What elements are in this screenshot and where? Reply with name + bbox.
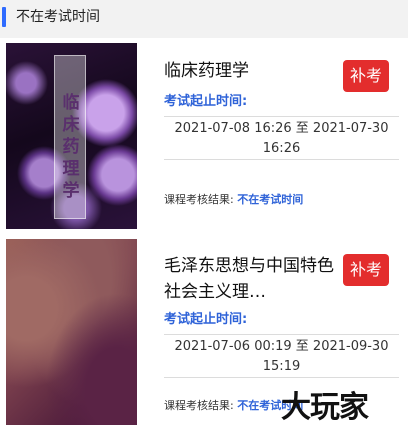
section-title: 不在考试时间 bbox=[16, 9, 100, 25]
course-title[interactable]: 临床药理学 bbox=[164, 58, 249, 84]
section-header: 不在考试时间 bbox=[0, 0, 408, 36]
exam-time-range-line2: 15:19 bbox=[262, 359, 301, 374]
exam-time-range-line2: 16:26 bbox=[262, 141, 301, 156]
section-accent-bar bbox=[2, 7, 6, 27]
course-result: 课程考核结果: 不在考试时间 bbox=[164, 192, 303, 208]
thumbnail-banner-text: 临床药理学 bbox=[62, 93, 80, 201]
course-title[interactable]: 毛泽东思想与中国特色社会主义理… bbox=[164, 253, 334, 305]
exam-time-label: 考试起止时间: bbox=[164, 94, 248, 109]
course-result-value: 不在考试时间 bbox=[237, 193, 304, 206]
makeup-exam-button[interactable]: 补考 bbox=[343, 60, 389, 92]
course-thumbnail[interactable] bbox=[6, 239, 137, 425]
exam-time-label: 考试起止时间: bbox=[164, 312, 248, 327]
course-card[interactable]: 临床药理学 临床药理学 补考 考试起止时间: 2021-07-08 16:26 … bbox=[0, 38, 408, 234]
exam-time-range: 2021-07-06 00:19 至 2021-09-30 15:19 bbox=[164, 334, 399, 378]
course-thumbnail[interactable]: 临床药理学 bbox=[6, 43, 137, 229]
course-result-label: 课程考核结果: bbox=[164, 193, 234, 206]
makeup-exam-button[interactable]: 补考 bbox=[343, 254, 389, 286]
exam-time-range-line1: 2021-07-08 16:26 至 2021-07-30 bbox=[174, 121, 389, 136]
watermark-text: 大玩家 bbox=[281, 390, 369, 425]
exam-time-range-line1: 2021-07-06 00:19 至 2021-09-30 bbox=[174, 339, 389, 354]
exam-time-range: 2021-07-08 16:26 至 2021-07-30 16:26 bbox=[164, 116, 399, 160]
thumbnail-banner: 临床药理学 bbox=[54, 55, 86, 219]
exam-list-page: 不在考试时间 临床药理学 临床药理学 补考 考试起止时间: 2021-07-08… bbox=[0, 0, 408, 439]
course-result-label: 课程考核结果: bbox=[164, 399, 234, 412]
